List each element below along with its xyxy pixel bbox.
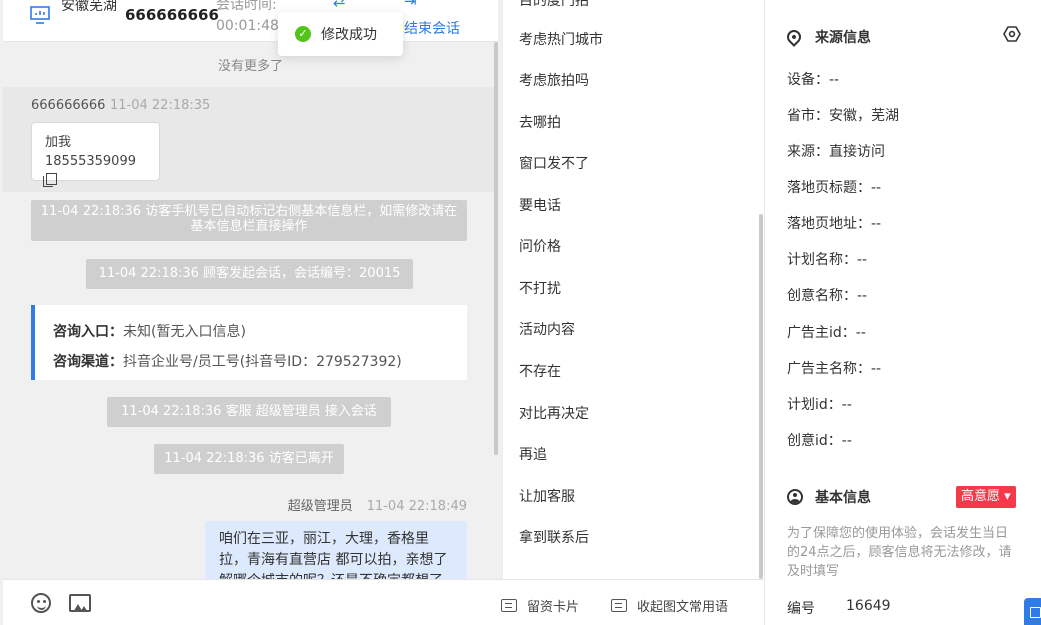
source-info-title: 来源信息	[784, 27, 871, 47]
system-message-start: 11-04 22:18:36 顾客发起会话，会话编号：20015	[86, 259, 413, 289]
emoji-icon[interactable]	[31, 593, 51, 613]
system-message-join: 11-04 22:18:36 客服 超级管理员 接入会话	[107, 397, 391, 427]
phrase-item[interactable]: 活动内容	[519, 319, 575, 339]
intent-level-dropdown[interactable]: 高意愿 ▾	[956, 486, 1016, 508]
consult-channel-label: 咨询渠道：	[53, 354, 123, 370]
phrase-item[interactable]: 对比再决定	[519, 403, 589, 423]
exit-icon[interactable]: ⇥	[404, 0, 417, 10]
field-device: 设备：--	[787, 72, 840, 88]
phrase-item[interactable]: 让加客服	[519, 486, 575, 506]
phrase-item[interactable]: 问价格	[519, 236, 561, 256]
field-creative-name: 创意名称：--	[787, 288, 868, 304]
quick-phrases-panel: 目的度门拍 考虑热门城市 考虑旅拍吗 去哪拍 窗口发不了 要电话 问价格 不打扰…	[502, 0, 764, 579]
phrase-item[interactable]: 目的度门拍	[519, 0, 589, 10]
customer-id-value: 16649	[846, 598, 891, 614]
source-info-title-text: 来源信息	[815, 30, 871, 46]
system-message-left: 11-04 22:18:36 访客已离开	[154, 444, 344, 474]
phrase-item[interactable]: 考虑旅拍吗	[519, 70, 589, 90]
agent-name: 超级管理员	[287, 499, 353, 514]
phrase-item[interactable]: 要电话	[519, 195, 561, 215]
lead-card-button[interactable]: 留资卡片	[501, 596, 579, 615]
phrase-item[interactable]: 不打扰	[519, 278, 561, 298]
basic-info-title-text: 基本信息	[815, 490, 871, 506]
visitor-message-time: 11-04 22:18:35	[110, 98, 211, 113]
caret-down-icon: ▾	[1000, 489, 1011, 504]
basic-info-title: 基本信息	[787, 487, 871, 507]
visitor-bubble: 加我 18555359099	[31, 122, 160, 187]
settings-hex-icon[interactable]	[1003, 26, 1021, 42]
intent-level-value: 高意愿	[961, 489, 1001, 504]
visitor-id: 666666666	[125, 6, 219, 24]
phrase-item[interactable]: 去哪拍	[519, 112, 561, 132]
input-toolbar: 留资卡片 收起图文常用语	[3, 579, 764, 625]
lead-card-label: 留资卡片	[527, 600, 580, 615]
phrases-icon	[611, 599, 627, 612]
visitor-bubble-line1: 加我	[45, 135, 72, 150]
field-advertiser-name: 广告主名称：--	[787, 361, 882, 377]
field-province-city: 省市：安徽，芜湖	[787, 108, 899, 124]
phrase-item[interactable]: 再追	[519, 444, 547, 464]
monitor-icon	[30, 6, 50, 24]
field-plan-name: 计划名称：--	[787, 252, 868, 268]
collapse-phrases-button[interactable]: 收起图文常用语	[611, 596, 728, 615]
visitor-name: 666666666	[31, 98, 106, 113]
copy-icon[interactable]	[43, 173, 57, 187]
success-toast: ✓ 修改成功	[278, 12, 403, 56]
card-icon	[501, 599, 517, 612]
phrase-item[interactable]: 考虑热门城市	[519, 29, 603, 49]
chat-pane: 安徽芜湖 666666666 会话时间: 00:01:48 ⇄ ⇥ 结束会话 ✓…	[0, 0, 502, 625]
agent-message-time: 11-04 22:18:49	[366, 499, 467, 514]
agent-bubble: 咱们在三亚，丽江，大理，香格里拉，青海有直营店 都可以拍，亲想了解哪个城市的呢？…	[205, 521, 467, 579]
chat-header: 安徽芜湖 666666666 会话时间: 00:01:48 ⇄ ⇥ 结束会话	[3, 0, 498, 42]
toast-text: 修改成功	[321, 27, 377, 43]
field-plan-id: 计划id：--	[787, 397, 852, 413]
collapse-phrases-label: 收起图文常用语	[637, 600, 729, 615]
field-advertiser-id: 广告主id：--	[787, 325, 866, 341]
consult-channel-value: 抖音企业号/员工号(抖音号ID：279527392)	[123, 354, 402, 370]
end-session-button[interactable]: 结束会话	[404, 18, 460, 38]
agent-message-meta: 超级管理员 11-04 22:18:49	[288, 495, 467, 514]
visitor-location: 安徽芜湖	[61, 0, 117, 14]
check-icon: ✓	[295, 26, 311, 42]
consult-info-card: 咨询入口：未知(暂无入口信息) 咨询渠道：抖音企业号/员工号(抖音号ID：279…	[31, 305, 467, 380]
transfer-icon[interactable]: ⇄	[333, 0, 346, 10]
no-more-label: 没有更多了	[217, 59, 283, 74]
field-landing-title: 落地页标题：--	[787, 180, 882, 196]
field-creative-id: 创意id：--	[787, 433, 852, 449]
phrase-item[interactable]: 拿到联系后	[519, 527, 589, 547]
customer-id-label: 编号	[787, 601, 815, 617]
user-icon	[787, 489, 803, 505]
field-landing-url: 落地页地址：--	[787, 216, 882, 232]
consult-entry-label: 咨询入口：	[53, 324, 123, 340]
session-time-label: 会话时间:	[216, 0, 277, 13]
visitor-info-panel: 来源信息 设备：-- 省市：安徽，芜湖 来源：直接访问 落地页标题：-- 落地页…	[764, 0, 1041, 625]
phrase-item[interactable]: 不存在	[519, 361, 561, 381]
app-root: 安徽芜湖 666666666 会话时间: 00:01:48 ⇄ ⇥ 结束会话 ✓…	[0, 0, 1041, 625]
visitor-phone: 18555359099	[45, 154, 136, 169]
system-message-phone: 11-04 22:18:36 访客手机号已自动标记右侧基本信息栏，如需修改请在基…	[31, 200, 467, 241]
image-icon[interactable]	[69, 594, 91, 612]
field-source: 来源：直接访问	[787, 144, 885, 160]
session-time: 00:01:48	[216, 18, 279, 34]
location-pin-icon	[784, 27, 804, 47]
message-list[interactable]: 没有更多了 666666666 11-04 22:18:35 加我 185553…	[3, 42, 498, 579]
edit-deadline-note: 为了保障您的使用体验，会话发生当日的24点之后，顾客信息将无法修改，请及时填写	[787, 526, 1012, 579]
visitor-message: 666666666 11-04 22:18:35 加我 18555359099	[3, 87, 498, 192]
phrases-scrollbar[interactable]	[759, 214, 763, 579]
floating-action-button[interactable]	[1024, 598, 1041, 625]
consult-entry-value: 未知(暂无入口信息)	[123, 324, 246, 340]
phrase-item[interactable]: 窗口发不了	[519, 153, 589, 173]
chat-scrollbar[interactable]	[494, 42, 498, 455]
